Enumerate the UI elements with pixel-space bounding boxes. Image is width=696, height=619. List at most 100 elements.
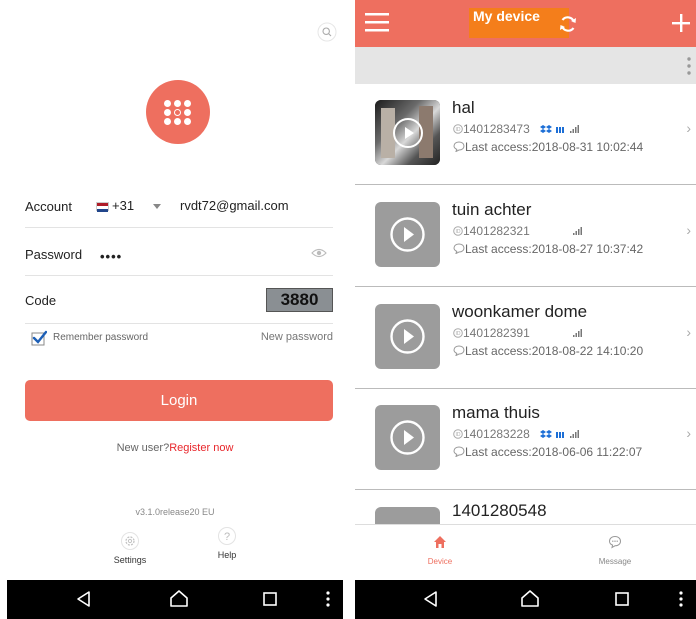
more-vertical-icon[interactable] <box>686 55 692 77</box>
captcha-image[interactable]: 3880 <box>266 288 333 312</box>
help-button[interactable]: ? Help <box>209 527 245 560</box>
play-icon[interactable] <box>389 216 426 253</box>
country-code[interactable]: +31 <box>112 198 134 213</box>
remember-label: Remember password <box>53 332 149 343</box>
last-access: Last access:2018-08-22 14:10:20 <box>453 344 643 358</box>
new-password-link[interactable]: New password <box>261 331 333 343</box>
checkbox-icon[interactable] <box>31 330 47 346</box>
password-input[interactable]: •••• <box>100 249 122 264</box>
chevron-down-icon[interactable] <box>153 204 161 209</box>
netherlands-flag-icon[interactable] <box>96 202 109 212</box>
device-thumbnail[interactable] <box>375 202 440 267</box>
play-icon[interactable] <box>392 117 424 149</box>
device-name: mama thuis <box>452 403 540 422</box>
new-user-text: New user? <box>116 442 170 454</box>
svg-text:ID: ID <box>456 229 461 235</box>
id-icon: ID <box>453 328 463 338</box>
wifi-signal-icon <box>569 430 579 438</box>
login-button[interactable]: Login <box>25 380 333 421</box>
last-access: Last access:2018-08-27 10:37:42 <box>453 242 643 256</box>
password-label: Password <box>25 247 83 262</box>
back-icon[interactable] <box>75 590 93 608</box>
tab-device-label: Device <box>427 557 453 566</box>
svg-text:ID: ID <box>456 127 461 133</box>
last-access: Last access:2018-06-06 11:22:07 <box>453 445 642 459</box>
svg-text:ID: ID <box>456 432 461 438</box>
device-row[interactable]: mama thuis ID 1401283228 Last access:2018… <box>355 389 696 490</box>
new-user-line: New user?Register now <box>7 442 343 454</box>
device-thumbnail[interactable] <box>375 405 440 470</box>
device-name: tuin achter <box>452 200 532 219</box>
toolbar <box>355 47 696 84</box>
play-icon[interactable] <box>389 419 426 456</box>
menu-icon[interactable] <box>365 11 389 33</box>
device-thumbnail[interactable] <box>375 100 440 165</box>
chevron-right-icon[interactable]: › <box>686 425 691 441</box>
back-icon[interactable] <box>422 590 440 608</box>
search-icon[interactable] <box>317 22 337 42</box>
comment-icon <box>453 141 465 153</box>
svg-text:?: ? <box>224 531 230 543</box>
login-screen: Account +31 rvdt72@gmail.com Password ••… <box>7 0 343 619</box>
code-row: Code 3880 <box>25 276 333 324</box>
dropbox-icon <box>540 125 553 133</box>
comment-icon <box>453 243 465 255</box>
account-row: Account +31 rvdt72@gmail.com <box>25 180 333 228</box>
tab-bar: Device Message <box>355 524 696 580</box>
message-icon <box>608 535 622 549</box>
account-label: Account <box>25 199 72 214</box>
id-icon: ID <box>453 124 463 134</box>
svg-text:ID: ID <box>456 331 461 337</box>
code-label: Code <box>25 293 57 308</box>
device-row[interactable]: hal ID 1401283473 Last access:2018-08-31 … <box>355 84 696 185</box>
register-link[interactable]: Register now <box>169 442 233 454</box>
recents-icon[interactable] <box>262 591 278 607</box>
device-name: hal <box>452 98 475 117</box>
last-access: Last access:2018-08-31 10:02:44 <box>453 140 643 154</box>
network-icon <box>556 127 565 133</box>
tab-device[interactable]: Device <box>415 535 465 566</box>
tab-message[interactable]: Message <box>590 535 640 566</box>
device-id: ID 1401282391 <box>453 326 583 340</box>
device-id: ID 1401283473 <box>453 122 580 136</box>
add-icon[interactable] <box>671 13 691 33</box>
device-name: woonkamer dome <box>452 302 588 321</box>
chevron-right-icon[interactable]: › <box>686 120 691 136</box>
device-thumbnail[interactable] <box>375 304 440 369</box>
app-logo-icon <box>146 80 210 144</box>
comment-icon <box>453 446 465 458</box>
wifi-signal-icon <box>573 227 583 235</box>
top-bar: My device <box>355 0 696 47</box>
device-row[interactable]: tuin achter ID 1401282321 Last access:201… <box>355 186 696 287</box>
play-icon[interactable] <box>389 318 426 355</box>
account-input[interactable]: rvdt72@gmail.com <box>180 198 289 213</box>
settings-label: Settings <box>113 555 147 565</box>
home-nav-icon[interactable] <box>520 589 540 609</box>
overflow-icon[interactable] <box>678 589 684 609</box>
chevron-right-icon[interactable]: › <box>686 324 691 340</box>
version-text: v3.1.0release20 EU <box>135 507 215 517</box>
dropbox-icon <box>540 430 553 438</box>
help-label: Help <box>217 550 237 560</box>
device-row[interactable]: woonkamer dome ID 1401282391 Last access:… <box>355 288 696 389</box>
network-icon <box>556 432 565 438</box>
system-navbar <box>7 580 343 619</box>
chevron-right-icon[interactable]: › <box>686 222 691 238</box>
home-icon <box>434 536 446 548</box>
wifi-signal-icon <box>573 329 583 337</box>
settings-icon <box>121 532 139 550</box>
password-row: Password •••• <box>25 228 333 276</box>
comment-icon <box>453 345 465 357</box>
recents-icon[interactable] <box>614 591 630 607</box>
eye-icon[interactable] <box>311 248 327 258</box>
settings-button[interactable]: Settings <box>112 532 148 565</box>
system-navbar <box>355 580 696 619</box>
refresh-icon[interactable] <box>558 14 578 34</box>
device-id: ID 1401283228 <box>453 427 580 441</box>
overflow-icon[interactable] <box>325 589 331 609</box>
id-icon: ID <box>453 429 463 439</box>
help-icon: ? <box>218 527 236 545</box>
home-nav-icon[interactable] <box>169 589 189 609</box>
wifi-signal-icon <box>569 125 579 133</box>
id-icon: ID <box>453 226 463 236</box>
